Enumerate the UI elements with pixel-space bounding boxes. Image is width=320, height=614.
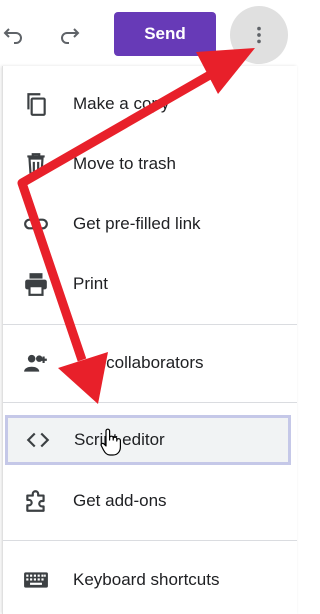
- code-icon: [25, 427, 51, 453]
- menu-item-label: Get add-ons: [73, 491, 167, 510]
- undo-icon[interactable]: [0, 19, 28, 49]
- more-options-menu: Make a copy Move to trash Get pre-filled…: [2, 66, 297, 614]
- menu-item-label: Get pre-filled link: [73, 214, 201, 233]
- menu-item-add-collaborators[interactable]: d collaborators: [3, 339, 297, 387]
- menu-item-get-add-ons[interactable]: Get add-ons: [3, 477, 297, 525]
- menu-item-print[interactable]: Print: [3, 260, 297, 308]
- redo-icon[interactable]: [55, 19, 85, 49]
- menu-item-label: Print: [73, 274, 108, 293]
- puzzle-icon: [23, 488, 49, 514]
- menu-item-get-pre-filled-link[interactable]: Get pre-filled link: [3, 200, 297, 248]
- send-button[interactable]: Send: [114, 12, 216, 56]
- menu-item-script-editor[interactable]: Script editor: [5, 415, 291, 465]
- menu-item-move-to-trash[interactable]: Move to trash: [3, 140, 297, 188]
- more-vert-icon: [257, 26, 261, 44]
- menu-item-make-a-copy[interactable]: Make a copy: [3, 80, 297, 128]
- print-icon: [23, 271, 49, 297]
- menu-divider: [3, 540, 297, 541]
- link-icon: [23, 211, 49, 237]
- menu-item-label: Script editor: [74, 430, 165, 449]
- more-options-button[interactable]: [230, 6, 288, 64]
- toolbar: Send: [0, 0, 296, 66]
- menu-item-label: Move to trash: [73, 154, 176, 173]
- menu-divider: [3, 324, 297, 325]
- add-people-icon: [23, 350, 49, 376]
- menu-item-label: Keyboard shortcuts: [73, 570, 220, 589]
- keyboard-icon: [23, 567, 49, 593]
- menu-item-label: Make a copy: [73, 94, 170, 113]
- menu-item-label: d collaborators: [92, 353, 204, 372]
- trash-icon: [23, 151, 49, 177]
- menu-item-keyboard-shortcuts[interactable]: Keyboard shortcuts: [3, 556, 297, 604]
- copy-icon: [23, 91, 49, 117]
- menu-divider: [3, 402, 297, 403]
